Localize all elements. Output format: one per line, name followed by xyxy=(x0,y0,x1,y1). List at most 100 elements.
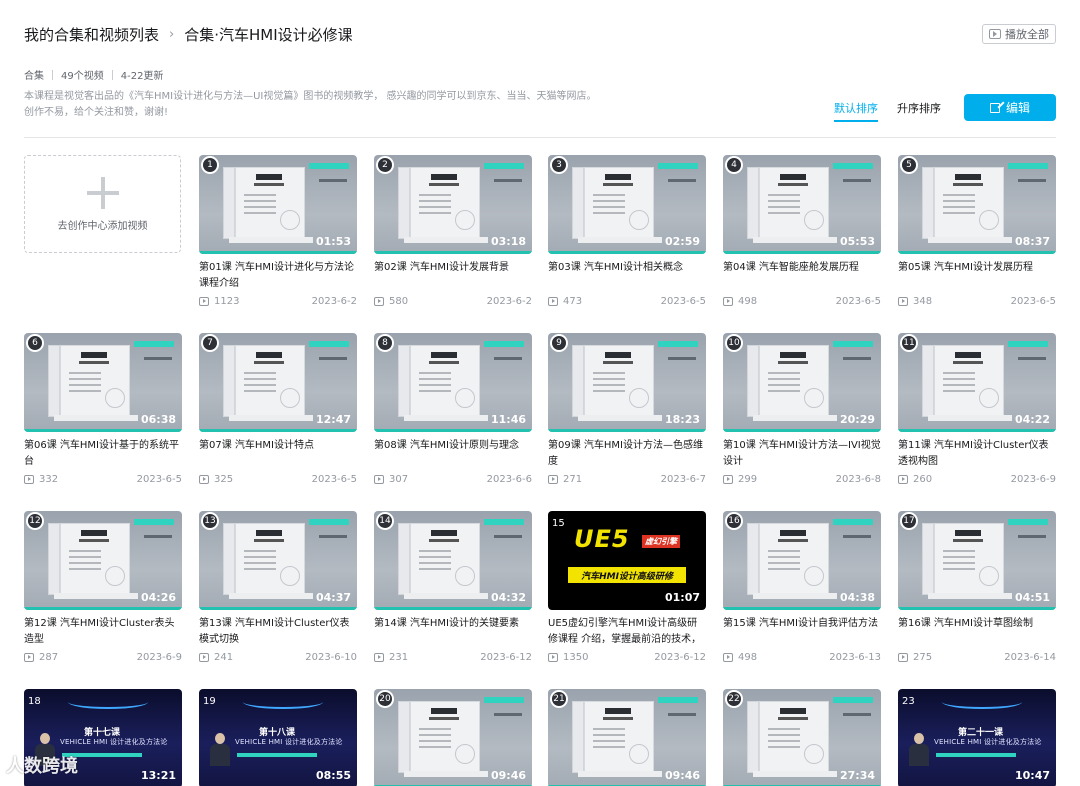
presenter-head xyxy=(215,733,225,744)
video-duration: 12:47 xyxy=(315,413,351,426)
book-cover-image xyxy=(398,523,488,599)
video-card[interactable]: UE5 虚幻引擎 汽车HMI设计高级研修 15 01:07 UE5虚幻引擎汽车HMI设计高… xyxy=(548,511,706,664)
video-card[interactable]: 13 04:37 第13课 汽车HMI设计Cluster仪表模式切换 241 2023-… xyxy=(199,511,357,664)
video-card[interactable]: 7 12:47 第07课 汽车HMI设计特点 325 2023-6-5 xyxy=(199,333,357,486)
cover-circle-graphic xyxy=(455,566,475,586)
video-thumbnail[interactable]: 9 18:23 xyxy=(548,333,706,432)
video-card[interactable]: 1 01:53 第01课 汽车HMI设计进化与方法论课程介绍 1123 2023-6-2 xyxy=(199,155,357,308)
book-spine xyxy=(572,345,584,417)
video-title[interactable]: UE5虚幻引擎汽车HMI设计高级研修课程 介绍，掌握最前沿的技术，工 xyxy=(548,616,706,648)
video-card[interactable]: 6 06:38 第06课 汽车HMI设计基于的系统平台 332 2023-6-5 xyxy=(24,333,182,486)
breadcrumb-root[interactable]: 我的合集和视频列表 xyxy=(24,24,159,45)
video-thumbnail[interactable]: 3 02:59 xyxy=(548,155,706,254)
video-title[interactable]: 第05课 汽车HMI设计发展历程 xyxy=(898,260,1056,292)
video-title[interactable]: 第12课 汽车HMI设计Cluster表头造型 xyxy=(24,616,182,648)
video-duration: 04:38 xyxy=(839,591,875,604)
video-thumbnail[interactable]: 4 05:53 xyxy=(723,155,881,254)
video-card[interactable]: 2 03:18 第02课 汽车HMI设计发展背景 580 2023-6-2 xyxy=(374,155,532,308)
video-thumbnail[interactable]: 第二十一课 VEHICLE HMI 设计进化及方法论 23 10:47 xyxy=(898,689,1056,786)
video-thumbnail[interactable]: 21 09:46 xyxy=(548,689,706,786)
thumbnail-tag-line xyxy=(1018,535,1046,538)
play-all-button[interactable]: 播放全部 xyxy=(982,24,1056,44)
video-title[interactable]: 第04课 汽车智能座舱发展历程 xyxy=(723,260,881,292)
video-thumbnail[interactable]: 10 20:29 xyxy=(723,333,881,432)
video-card[interactable]: 3 02:59 第03课 汽车HMI设计相关概念 473 2023-6-5 xyxy=(548,155,706,308)
video-card[interactable]: 17 04:51 第16课 汽车HMI设计草图绘制 275 2023-6-14 xyxy=(898,511,1056,664)
video-title[interactable]: 第16课 汽车HMI设计草图绘制 xyxy=(898,616,1056,648)
cover-text-line xyxy=(244,556,276,558)
video-card[interactable]: 10 20:29 第10课 汽车HMI设计方法—IVI视觉设计 299 2023-6-8 xyxy=(723,333,881,486)
meta-updated: 4-22更新 xyxy=(120,71,164,82)
video-thumbnail[interactable]: UE5 虚幻引擎 汽车HMI设计高级研修 15 01:07 xyxy=(548,511,706,610)
video-thumbnail[interactable]: 第十八课 VEHICLE HMI 设计进化及方法论 19 08:55 xyxy=(199,689,357,786)
cover-text-line xyxy=(419,568,451,570)
book-spine xyxy=(572,701,584,773)
sort-default-tab[interactable]: 默认排序 xyxy=(834,100,878,122)
book-cover xyxy=(410,523,480,595)
video-duration: 10:47 xyxy=(1014,769,1050,782)
video-card[interactable]: 22 27:34 xyxy=(723,689,881,786)
video-title[interactable]: 第06课 汽车HMI设计基于的系统平台 xyxy=(24,438,182,470)
video-title[interactable]: 第02课 汽车HMI设计发展背景 xyxy=(374,260,532,292)
video-thumbnail[interactable]: 20 09:46 xyxy=(374,689,532,786)
thumbnail-tag-line xyxy=(668,713,696,716)
video-thumbnail[interactable]: 6 06:38 xyxy=(24,333,182,432)
video-thumbnail[interactable]: 8 11:46 xyxy=(374,333,532,432)
video-title[interactable]: 第10课 汽车HMI设计方法—IVI视觉设计 xyxy=(723,438,881,470)
sort-asc-tab[interactable]: 升序排序 xyxy=(897,100,941,116)
thumbnail-english-title: VEHICLE HMI 设计进化及方法论 xyxy=(934,738,1042,746)
cover-text-line xyxy=(943,200,975,202)
cover-title-bar xyxy=(780,174,806,180)
video-card[interactable]: 5 08:37 第05课 汽车HMI设计发展历程 348 2023-6-5 xyxy=(898,155,1056,308)
video-card[interactable]: 12 04:26 第12课 汽车HMI设计Cluster表头造型 287 2023-6-… xyxy=(24,511,182,664)
video-thumbnail[interactable]: 22 27:34 xyxy=(723,689,881,786)
play-all-label: 播放全部 xyxy=(1005,28,1049,41)
video-index-badge: 6 xyxy=(26,334,44,352)
thumbnail-tag xyxy=(484,341,524,347)
book-cover-image xyxy=(572,167,662,243)
cover-title-bar xyxy=(256,530,282,536)
video-card[interactable]: 4 05:53 第04课 汽车智能座舱发展历程 498 2023-6-5 xyxy=(723,155,881,308)
video-duration: 04:26 xyxy=(140,591,176,604)
video-title[interactable]: 第15课 汽车HMI设计自我评估方法 xyxy=(723,616,881,648)
video-card[interactable]: 第二十一课 VEHICLE HMI 设计进化及方法论 23 10:47 xyxy=(898,689,1056,786)
video-thumbnail[interactable]: 14 04:32 xyxy=(374,511,532,610)
video-thumbnail[interactable]: 12 04:26 xyxy=(24,511,182,610)
video-title[interactable]: 第11课 汽车HMI设计Cluster仪表透视构图 xyxy=(898,438,1056,470)
video-card[interactable]: 8 11:46 第08课 汽车HMI设计原则与理念 307 2023-6-6 xyxy=(374,333,532,486)
video-title[interactable]: 第08课 汽车HMI设计原则与理念 xyxy=(374,438,532,470)
presenter-head xyxy=(914,733,924,744)
video-card[interactable]: 9 18:23 第09课 汽车HMI设计方法—色感维度 271 2023-6-7 xyxy=(548,333,706,486)
thumbnail-tag-line xyxy=(144,357,172,360)
cover-title-bar xyxy=(81,352,107,358)
video-title[interactable]: 第03课 汽车HMI设计相关概念 xyxy=(548,260,706,292)
video-card[interactable]: 20 09:46 xyxy=(374,689,532,786)
video-card[interactable]: 11 04:22 第11课 汽车HMI设计Cluster仪表透视构图 260 2023-… xyxy=(898,333,1056,486)
video-thumbnail[interactable]: 2 03:18 xyxy=(374,155,532,254)
video-thumbnail[interactable]: 1 01:53 xyxy=(199,155,357,254)
video-title[interactable]: 第13课 汽车HMI设计Cluster仪表模式切换 xyxy=(199,616,357,648)
cover-text-line xyxy=(419,562,451,564)
video-card[interactable]: 14 04:32 第14课 汽车HMI设计的关键要素 231 2023-6-12 xyxy=(374,511,532,664)
cover-text-line xyxy=(69,378,101,380)
book-base xyxy=(229,593,313,599)
video-thumbnail[interactable]: 5 08:37 xyxy=(898,155,1056,254)
cover-text-line xyxy=(593,212,625,214)
video-card[interactable]: 21 09:46 xyxy=(548,689,706,786)
video-thumbnail[interactable]: 13 04:37 xyxy=(199,511,357,610)
video-title[interactable]: 第07课 汽车HMI设计特点 xyxy=(199,438,357,470)
thumbnail-tag xyxy=(134,341,174,347)
video-thumbnail[interactable]: 11 04:22 xyxy=(898,333,1056,432)
video-thumbnail[interactable]: 7 12:47 xyxy=(199,333,357,432)
video-thumbnail[interactable]: 17 04:51 xyxy=(898,511,1056,610)
video-card[interactable]: 16 04:38 第15课 汽车HMI设计自我评估方法 498 2023-6-13 xyxy=(723,511,881,664)
video-title[interactable]: 第09课 汽车HMI设计方法—色感维度 xyxy=(548,438,706,470)
video-title[interactable]: 第01课 汽车HMI设计进化与方法论课程介绍 xyxy=(199,260,357,292)
edit-button[interactable]: 编辑 xyxy=(964,94,1056,121)
add-video-card[interactable]: 去创作中心添加视频 xyxy=(24,155,181,253)
publish-date: 2023-6-5 xyxy=(136,473,182,485)
video-thumbnail[interactable]: 16 04:38 xyxy=(723,511,881,610)
video-title[interactable]: 第14课 汽车HMI设计的关键要素 xyxy=(374,616,532,648)
video-duration: 13:21 xyxy=(140,769,176,782)
video-card[interactable]: 第十八课 VEHICLE HMI 设计进化及方法论 19 08:55 xyxy=(199,689,357,786)
